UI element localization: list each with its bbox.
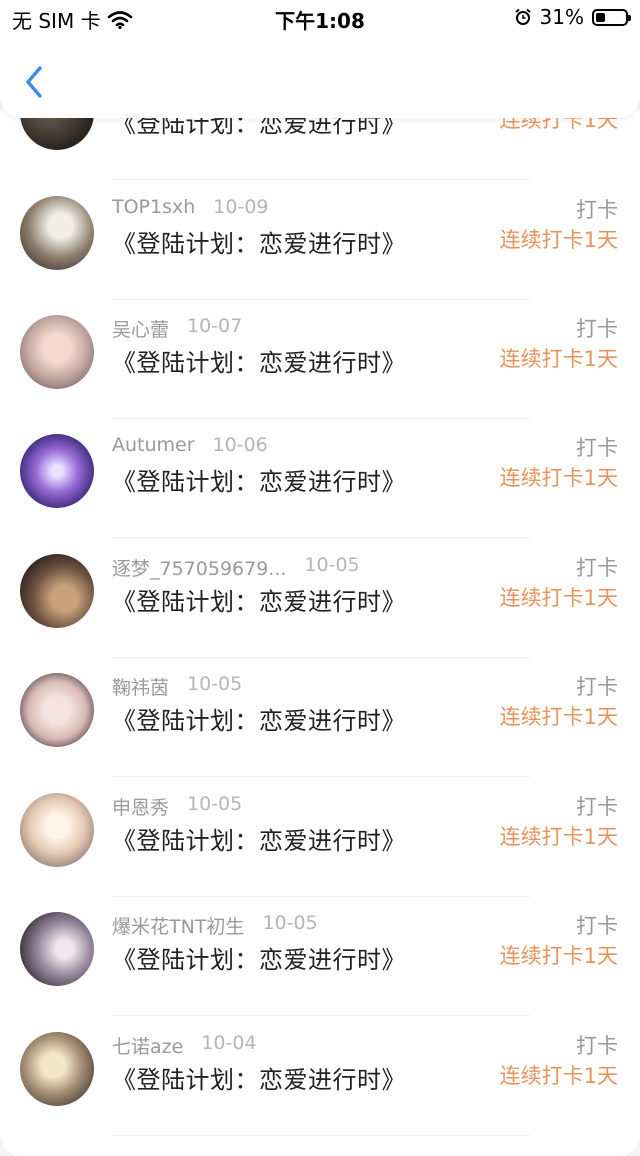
streak-label: 连续打卡1天 [499,944,618,968]
checkin-date: 10-05 [262,912,318,934]
book-title: 《登陆计划：恋爱进行时》 [112,707,406,735]
checkin-action-label: 打卡 [576,436,618,460]
user-meta: 鞠祎茵 10-05 [112,673,242,700]
divider [112,1135,530,1136]
username[interactable]: 逐梦_757059679... [112,554,286,581]
user-meta: Autumer 10-06 [112,434,268,456]
book-title: 《登陆计划：恋爱进行时》 [112,588,406,616]
avatar[interactable] [20,196,94,270]
user-meta: 七诺aze 10-04 [112,1032,257,1059]
battery-percent: 31% [539,5,584,29]
username[interactable]: 吴心蕾 [112,315,169,342]
streak-label: 连续打卡1天 [499,466,618,490]
avatar[interactable] [20,793,94,867]
user-meta: 吴心蕾 10-07 [112,315,242,342]
avatar[interactable] [20,315,94,389]
list-item[interactable]: 逐梦_757059679... 10-05 《登陆计划：恋爱进行时》 打卡连续打卡1天 [0,538,640,658]
alarm-icon [514,8,531,25]
avatar[interactable] [20,554,94,628]
checkin-date: 10-06 [212,434,268,456]
user-meta: TOP1sxh 10-09 [112,196,269,218]
battery-nub [628,14,631,21]
list-item[interactable]: TOP1sxh 10-09 《登陆计划：恋爱进行时》 打卡连续打卡1天 [0,180,640,300]
book-title: 《登陆计划：恋爱进行时》 [112,827,406,855]
list-item[interactable]: 七诺aze 10-04 《登陆计划：恋爱进行时》 打卡连续打卡1天 [0,1016,640,1136]
username[interactable]: 鞠祎茵 [112,673,169,700]
list-item[interactable]: 爆米花TNT初生 10-05 《登陆计划：恋爱进行时》 打卡连续打卡1天 [0,896,640,1016]
avatar[interactable] [20,434,94,508]
avatar[interactable] [20,673,94,747]
username[interactable]: 申恩秀 [112,793,169,820]
battery-icon [592,8,631,26]
checkin-action-label: 打卡 [576,556,618,580]
book-title: 《登陆计划：恋爱进行时》 [112,946,406,974]
battery-fill [596,12,605,22]
username[interactable]: 爆米花TNT初生 [112,912,244,939]
username[interactable]: 七诺aze [112,1032,183,1059]
checkin-date: 10-09 [213,196,269,218]
streak-label: 连续打卡1天 [499,228,618,252]
checkin-action-label: 打卡 [576,198,618,222]
list-item[interactable]: 吴心蕾 10-07 《登陆计划：恋爱进行时》 打卡连续打卡1天 [0,299,640,419]
chevron-left-icon [26,66,42,98]
streak-label: 连续打卡1天 [499,705,618,729]
username[interactable]: TOP1sxh [112,196,195,218]
streak-label: 连续打卡1天 [499,347,618,371]
checkin-date: 10-07 [187,315,243,337]
checkin-date: 10-05 [304,554,360,576]
list-item[interactable]: Autumer 10-06 《登陆计划：恋爱进行时》 打卡连续打卡1天 [0,418,640,538]
checkin-action-label: 打卡 [576,795,618,819]
checkin-date: 10-04 [201,1032,257,1054]
checkin-action-label: 打卡 [576,317,618,341]
user-meta: 申恩秀 10-05 [112,793,242,820]
status-right: 31% [514,5,631,29]
book-title: 《登陆计划：恋爱进行时》 [112,349,406,377]
avatar[interactable] [20,912,94,986]
streak-label: 连续打卡1天 [499,1064,618,1088]
user-meta: 逐梦_757059679... 10-05 [112,554,360,581]
back-button[interactable] [20,62,50,102]
checkin-action-label: 打卡 [576,1034,618,1058]
username[interactable]: Autumer [112,434,195,456]
list-item[interactable]: 鞠祎茵 10-05 《登陆计划：恋爱进行时》 打卡连续打卡1天 [0,657,640,777]
avatar[interactable] [20,1032,94,1106]
checkin-list: 《登陆计划：恋爱进行时》 连续打卡1天 TOP1sxh 10-09 《登陆计划：恋爱进行… [0,96,640,1156]
checkin-date: 10-05 [187,673,243,695]
book-title: 《登陆计划：恋爱进行时》 [112,230,406,258]
checkin-date: 10-05 [187,793,243,815]
user-meta: 爆米花TNT初生 10-05 [112,912,318,939]
book-title: 《登陆计划：恋爱进行时》 [112,468,406,496]
checkin-action-label: 打卡 [576,914,618,938]
list-item[interactable]: 申恩秀 10-05 《登陆计划：恋爱进行时》 打卡连续打卡1天 [0,777,640,897]
streak-label: 连续打卡1天 [499,586,618,610]
book-title: 《登陆计划：恋爱进行时》 [112,1066,406,1094]
checkin-action-label: 打卡 [576,675,618,699]
status-bar: 无 SIM 卡 下午1:08 31% [0,0,640,36]
streak-label: 连续打卡1天 [499,825,618,849]
